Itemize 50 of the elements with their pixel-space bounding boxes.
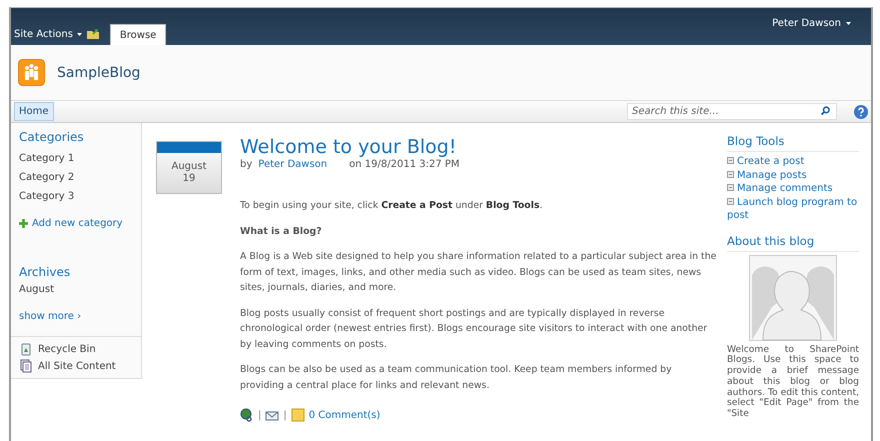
- bullet-icon: [727, 184, 734, 191]
- search-icon[interactable]: [820, 106, 831, 117]
- post-date: on 19/8/2011 3:27 PM: [349, 159, 460, 170]
- paragraph-heading: What is a Blog?: [240, 224, 323, 238]
- site-actions-menu[interactable]: Site Actions: [14, 29, 86, 45]
- site-title[interactable]: SampleBlog: [57, 64, 140, 80]
- comments-link[interactable]: 0 Comment(s): [308, 410, 380, 420]
- show-more-link[interactable]: show more ›: [19, 307, 133, 326]
- site-logo-icon: [18, 59, 45, 86]
- byline-label: by: [240, 159, 252, 170]
- date-badge: August 19: [156, 141, 222, 194]
- help-icon[interactable]: [854, 104, 868, 118]
- document-icon: [19, 359, 33, 373]
- add-category-link[interactable]: Add new category: [19, 214, 133, 233]
- separator: |: [283, 410, 287, 420]
- section-heading: About this blog: [727, 234, 859, 252]
- nav-tab[interactable]: Home: [14, 102, 54, 121]
- category-link[interactable]: Category 3: [19, 187, 133, 206]
- category-link[interactable]: Category 1: [19, 149, 133, 168]
- section-heading[interactable]: Archives: [19, 265, 133, 279]
- archive-link[interactable]: August: [19, 280, 133, 299]
- paragraph: Blog posts usually consist of frequent short postings and are typically displayed in reverse chronological order (newest entries first). Blogs encourage site visitors to interact with one another by leaving comments on posts.: [240, 306, 708, 352]
- blog-tool-link[interactable]: Launch blog program to post: [727, 196, 859, 222]
- blog-tool-link[interactable]: Create a post: [727, 155, 859, 168]
- quick-launch-link[interactable]: Recycle Bin: [19, 342, 133, 356]
- globe-link-icon[interactable]: [240, 408, 254, 422]
- blog-tool-link[interactable]: Manage posts: [727, 168, 859, 182]
- user-menu[interactable]: Peter Dawson: [772, 18, 851, 29]
- ribbon-tab[interactable]: Browse: [110, 24, 166, 45]
- bullet-icon: [727, 157, 734, 164]
- separator: |: [258, 410, 262, 420]
- post-title[interactable]: Welcome to your Blog!: [240, 135, 718, 159]
- recycle-bin-icon: [19, 342, 33, 356]
- section-heading[interactable]: Categories: [19, 130, 133, 144]
- paragraph: To begin using your site, click Create a Post under Blog Tools.: [240, 199, 544, 213]
- caret-icon: [846, 22, 851, 25]
- about-text: Welcome to SharePoint Blogs. Use this space to provide a brief message about this blog or blog authors. To edit this content, select "Edit Page" from the "Site: [727, 344, 859, 420]
- category-link[interactable]: Category 2: [19, 168, 133, 187]
- plus-icon: [19, 219, 28, 228]
- quick-launch-link[interactable]: All Site Content: [19, 359, 133, 373]
- paragraph: A Blog is a Web site designed to help you share information related to a particular subject area in the form of text, images, links, and other media such as video. Blogs can be used as team sites, news sites, journals, diaries, and more.: [240, 250, 718, 295]
- search-field[interactable]: Search this site...: [627, 103, 837, 120]
- author-link[interactable]: Peter Dawson: [258, 159, 328, 170]
- folder-icon[interactable]: [86, 27, 100, 41]
- section-heading: Blog Tools: [727, 134, 859, 152]
- paragraph: Blogs can be also be used as a team communication tool. Keep team members informed by providing a central place for links and relevant news.: [240, 363, 673, 392]
- blog-tool-link[interactable]: Manage comments: [727, 182, 859, 196]
- bullet-icon: [727, 170, 734, 178]
- caret-icon: [76, 33, 82, 36]
- bullet-icon: [727, 198, 734, 204]
